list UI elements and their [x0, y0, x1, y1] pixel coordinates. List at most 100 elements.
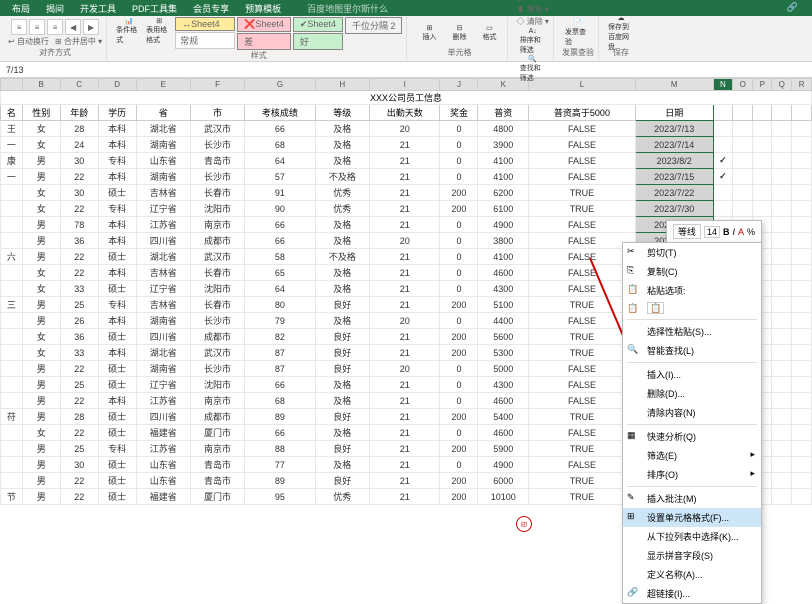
cell[interactable]: 长春市	[190, 185, 244, 201]
cell[interactable]: 沈阳市	[190, 281, 244, 297]
menu-item[interactable]: 显示拼音字段(S)	[623, 546, 761, 565]
cell[interactable]: 硕士	[98, 249, 136, 265]
cell[interactable]: 女	[22, 265, 60, 281]
col-header[interactable]: B	[22, 79, 60, 91]
cell[interactable]: 22	[60, 265, 98, 281]
cell[interactable]: 4300	[478, 281, 529, 297]
cell[interactable]: 20	[369, 313, 440, 329]
cell[interactable]: 0	[440, 169, 478, 185]
cell[interactable]: 长沙市	[190, 169, 244, 185]
col-header[interactable]: G	[245, 79, 316, 91]
menu-item[interactable]: 从下拉列表中选择(K)...	[623, 527, 761, 546]
cell[interactable]: 江苏省	[136, 217, 190, 233]
cell[interactable]: 5600	[478, 329, 529, 345]
cell[interactable]: FALSE	[529, 281, 636, 297]
cell[interactable]: 硕士	[98, 361, 136, 377]
cell[interactable]	[1, 201, 23, 217]
cell[interactable]: 0	[440, 233, 478, 249]
cell[interactable]: 女	[22, 425, 60, 441]
cell[interactable]: 湖南省	[136, 137, 190, 153]
cell[interactable]: 0	[440, 249, 478, 265]
cell[interactable]: 33	[60, 281, 98, 297]
cell[interactable]: 成都市	[190, 329, 244, 345]
cell[interactable]: 青岛市	[190, 153, 244, 169]
cell[interactable]: 南京市	[190, 217, 244, 233]
cell[interactable]: FALSE	[529, 361, 636, 377]
font-name[interactable]: 等线	[673, 224, 701, 239]
menu-item[interactable]: 删除(D)...	[623, 384, 761, 403]
menu-item[interactable]: 📋粘贴选项:	[623, 281, 761, 300]
cell[interactable]: 25	[60, 297, 98, 313]
cell[interactable]: 200	[440, 473, 478, 489]
cell[interactable]	[1, 185, 23, 201]
cell[interactable]: 三	[1, 297, 23, 313]
cell[interactable]: 一	[1, 169, 23, 185]
cell[interactable]	[1, 313, 23, 329]
format-btn[interactable]: ▭格式	[475, 19, 503, 47]
cell[interactable]: 女	[22, 185, 60, 201]
cell[interactable]: 21	[369, 169, 440, 185]
cell[interactable]: 2023/7/22	[635, 185, 713, 201]
cell[interactable]: 江苏省	[136, 441, 190, 457]
cell[interactable]: 33	[60, 345, 98, 361]
cell[interactable]: 4600	[478, 393, 529, 409]
cell[interactable]: 女	[22, 281, 60, 297]
cell[interactable]: 3900	[478, 137, 529, 153]
cell[interactable]: 优秀	[315, 201, 369, 217]
cell[interactable]: TRUE	[529, 297, 636, 313]
cell[interactable]: 男	[22, 249, 60, 265]
cell[interactable]: 24	[60, 137, 98, 153]
cell[interactable]: 辽宁省	[136, 377, 190, 393]
cell[interactable]: 一	[1, 137, 23, 153]
cell[interactable]: 良好	[315, 473, 369, 489]
cell[interactable]: 及格	[315, 233, 369, 249]
cell[interactable]	[1, 217, 23, 233]
cell[interactable]: 21	[369, 489, 440, 505]
cell[interactable]: 10100	[478, 489, 529, 505]
menu-item[interactable]: 🔍智能查找(L)	[623, 341, 761, 360]
cell[interactable]: 男	[22, 361, 60, 377]
cell[interactable]: 66	[245, 121, 316, 137]
cell[interactable]: 男	[22, 297, 60, 313]
cell[interactable]: 四川省	[136, 233, 190, 249]
cell[interactable]: 66	[245, 233, 316, 249]
cell[interactable]: 30	[60, 153, 98, 169]
cell[interactable]: 21	[369, 185, 440, 201]
cell[interactable]: 硕士	[98, 281, 136, 297]
cell[interactable]	[1, 473, 23, 489]
cell[interactable]: 厦门市	[190, 425, 244, 441]
align-right-icon[interactable]: ≡	[47, 19, 63, 35]
cell[interactable]: 4100	[478, 249, 529, 265]
cell[interactable]: 专科	[98, 201, 136, 217]
cell[interactable]: 男	[22, 153, 60, 169]
cell[interactable]: 及格	[315, 377, 369, 393]
cell[interactable]: 4600	[478, 265, 529, 281]
cell[interactable]: 22	[60, 201, 98, 217]
cell[interactable]: 3800	[478, 233, 529, 249]
cell[interactable]: 良好	[315, 297, 369, 313]
cell[interactable]: 本科	[98, 233, 136, 249]
cell[interactable]: 女	[22, 121, 60, 137]
cell[interactable]: 21	[369, 457, 440, 473]
cell[interactable]: 本科	[98, 121, 136, 137]
cell[interactable]	[1, 329, 23, 345]
menu-item[interactable]: 🔗超链接(I)...	[623, 584, 761, 603]
cell[interactable]: 优秀	[315, 489, 369, 505]
cell[interactable]: 南京市	[190, 441, 244, 457]
autosum-btn[interactable]: Σ ▾	[516, 0, 548, 3]
cell[interactable]: 4400	[478, 313, 529, 329]
cell[interactable]: 及格	[315, 313, 369, 329]
fill-btn[interactable]: ⬇ 填充 ▾	[516, 4, 548, 15]
cell[interactable]: TRUE	[529, 441, 636, 457]
cell[interactable]: 武汉市	[190, 249, 244, 265]
tab[interactable]: 预算模板	[237, 0, 289, 16]
cell[interactable]: 68	[245, 393, 316, 409]
cell[interactable]: 沈阳市	[190, 377, 244, 393]
cell[interactable]: 硕士	[98, 425, 136, 441]
paste-options[interactable]: 📋📋	[623, 300, 761, 317]
cell[interactable]: 节	[1, 489, 23, 505]
cell[interactable]: 本科	[98, 345, 136, 361]
cell[interactable]: 25	[60, 441, 98, 457]
cell[interactable]: 21	[369, 281, 440, 297]
cell[interactable]: 硕士	[98, 473, 136, 489]
